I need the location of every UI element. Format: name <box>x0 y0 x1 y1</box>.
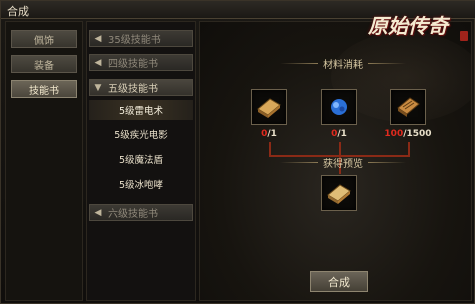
chevron-left-icon: ◀ <box>94 57 102 68</box>
list-item-magic-shield[interactable]: 5级魔法盾 <box>89 149 193 169</box>
divider <box>368 63 406 64</box>
list-item-lightning-shadow[interactable]: 5级疾光电影 <box>89 124 193 144</box>
category-35-skill-books[interactable]: ◀ 35级技能书 <box>89 30 193 47</box>
list-item-thunder-spell[interactable]: 5级雷电术 <box>89 100 193 120</box>
divider <box>280 63 318 64</box>
category-4-skill-books[interactable]: ◀ 四级技能书 <box>89 54 193 71</box>
material-count-3: 100/1500 <box>384 129 432 139</box>
category-label: 四级技能书 <box>108 59 158 70</box>
divider <box>280 162 318 163</box>
category-label: 五级技能书 <box>108 84 158 95</box>
materials-heading: 材料消耗 <box>280 56 406 71</box>
material-slot-2[interactable] <box>321 89 357 125</box>
tab-equipment[interactable]: 装备 <box>11 55 77 73</box>
material-count-1: 0/1 <box>261 129 277 139</box>
chevron-left-icon: ◀ <box>94 33 102 44</box>
connector-line <box>269 142 271 156</box>
synthesis-window: 合成 原始传奇 佩饰 装备 技能书 ◀ 35级技能书 ◀ 四级技能书 ▼ 五级技… <box>0 0 475 304</box>
logo-text: 原始传奇 <box>368 13 448 38</box>
connector-line <box>339 142 341 156</box>
materials-title: 材料消耗 <box>323 60 363 71</box>
category-6-skill-books[interactable]: ◀ 六级技能书 <box>89 204 193 221</box>
category-5-skill-books[interactable]: ▼ 五级技能书 <box>89 79 193 96</box>
result-heading: 获得预览 <box>280 155 406 170</box>
skill-book-icon <box>327 184 351 204</box>
category-label: 六级技能书 <box>108 209 158 220</box>
blue-gem-icon <box>331 99 347 115</box>
chevron-left-icon: ◀ <box>94 207 102 218</box>
book-icon <box>257 98 281 118</box>
result-title: 获得预览 <box>323 159 363 170</box>
tab-accessories[interactable]: 佩饰 <box>11 30 77 48</box>
logo-seal-icon <box>460 31 468 41</box>
material-count-2: 0/1 <box>331 129 347 139</box>
category-tree: ◀ 35级技能书 ◀ 四级技能书 ▼ 五级技能书 5级雷电术 5级疾光电影 5级… <box>86 21 196 301</box>
scroll-icon <box>397 97 420 117</box>
synthesis-panel: 材料消耗 0/1 0/1 100/1500 获得预览 合成 <box>199 21 472 301</box>
list-item-ice-roar[interactable]: 5级冰咆哮 <box>89 174 193 194</box>
tab-column: 佩饰 装备 技能书 <box>5 21 83 301</box>
result-slot[interactable] <box>321 175 357 211</box>
material-slot-1[interactable] <box>251 89 287 125</box>
connector-line <box>408 142 410 156</box>
category-label: 35级技能书 <box>108 35 161 46</box>
window-title: 合成 <box>7 5 29 18</box>
tab-skill-books[interactable]: 技能书 <box>11 80 77 98</box>
material-slot-3[interactable] <box>390 89 426 125</box>
chevron-down-icon: ▼ <box>94 82 102 93</box>
divider <box>368 162 406 163</box>
merge-button[interactable]: 合成 <box>310 271 368 292</box>
game-logo: 原始传奇 <box>348 3 468 45</box>
